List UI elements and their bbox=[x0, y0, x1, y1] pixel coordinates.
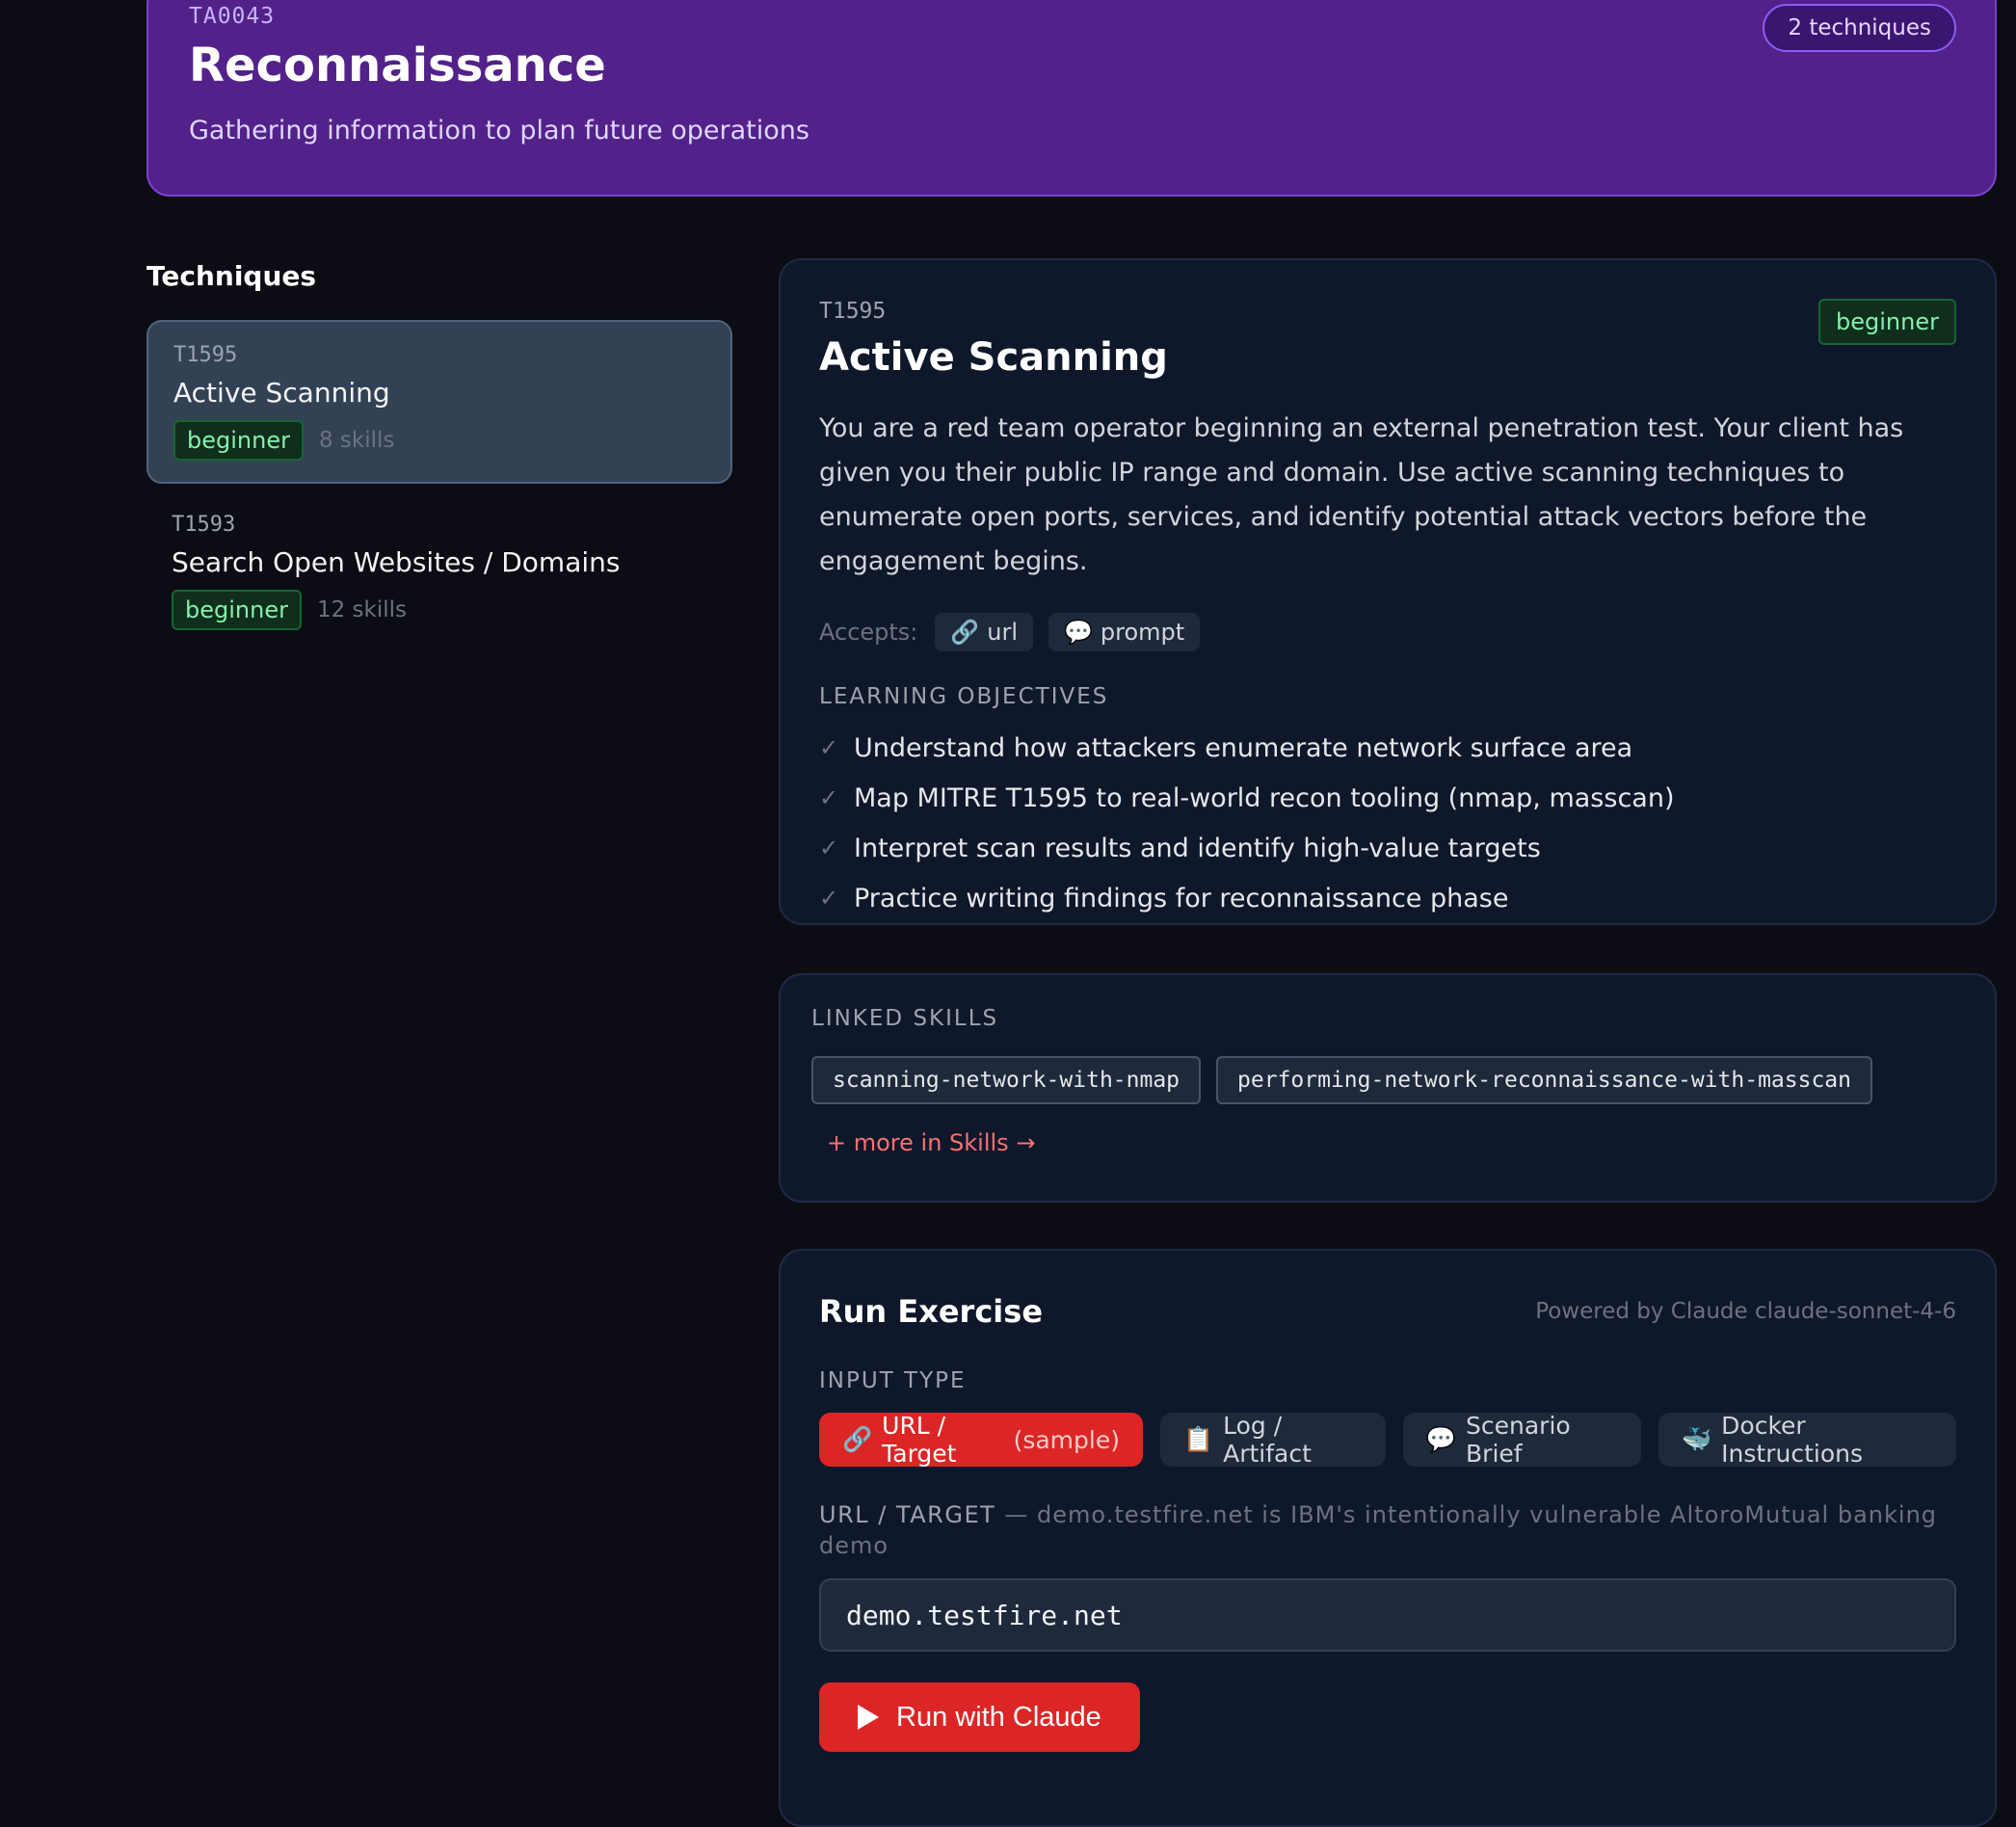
input-type-label: INPUT TYPE bbox=[819, 1368, 967, 1393]
tab-scenario-brief[interactable]: 💬 Scenario Brief bbox=[1402, 1412, 1642, 1468]
technique-item-search-open-websites[interactable]: T1593 Search Open Websites / Domains beg… bbox=[146, 491, 732, 655]
techniques-heading: Techniques bbox=[146, 260, 317, 292]
speech-bubble-icon: 💬 bbox=[1064, 619, 1093, 646]
more-skills-link[interactable]: + more in Skills → bbox=[827, 1129, 1035, 1156]
check-icon: ✓ bbox=[819, 734, 839, 761]
accept-chip-label: prompt bbox=[1100, 619, 1185, 646]
check-icon: ✓ bbox=[819, 784, 839, 811]
level-badge: beginner bbox=[172, 590, 302, 630]
objective-item: ✓ Understand how attackers enumerate net… bbox=[819, 723, 1956, 773]
sample-tag: (sample) bbox=[1013, 1425, 1120, 1454]
target-input[interactable] bbox=[819, 1578, 1956, 1652]
speech-bubble-icon: 💬 bbox=[1425, 1425, 1457, 1453]
technique-id: T1595 bbox=[173, 343, 238, 367]
accept-chip-label: url bbox=[987, 619, 1019, 646]
detail-title: Active Scanning bbox=[819, 335, 1168, 380]
objective-text: Practice writing findings for reconnaiss… bbox=[854, 883, 1509, 914]
tab-label: URL / Target bbox=[882, 1412, 957, 1468]
objective-text: Understand how attackers enumerate netwo… bbox=[854, 732, 1633, 763]
run-exercise-title: Run Exercise bbox=[819, 1293, 1044, 1330]
technique-detail-card: T1595 Active Scanning beginner You are a… bbox=[779, 258, 1997, 925]
play-icon bbox=[858, 1705, 879, 1730]
check-icon: ✓ bbox=[819, 834, 839, 861]
objective-item: ✓ Interpret scan results and identify hi… bbox=[819, 823, 1956, 873]
tab-label: Scenario Brief bbox=[1466, 1412, 1571, 1468]
objective-item: ✓ Map MITRE T1595 to real-world recon to… bbox=[819, 773, 1956, 823]
technique-name: Search Open Websites / Domains bbox=[172, 546, 621, 578]
run-with-claude-button[interactable]: Run with Claude bbox=[819, 1682, 1140, 1752]
powered-by-label: Powered by Claude claude-sonnet-4-6 bbox=[1535, 1299, 1956, 1324]
check-icon: ✓ bbox=[819, 885, 839, 912]
level-badge: beginner bbox=[173, 420, 304, 461]
tab-log-artifact[interactable]: 📋 Log / Artifact bbox=[1159, 1412, 1386, 1468]
learning-objectives-list: ✓ Understand how attackers enumerate net… bbox=[819, 723, 1956, 923]
scenario-text: You are a red team operator beginning an… bbox=[819, 413, 1904, 576]
target-field-label: URL / TARGET — demo.testfire.net is IBM'… bbox=[819, 1499, 1956, 1561]
technique-name: Active Scanning bbox=[173, 377, 390, 409]
tab-label: Docker Instructions bbox=[1721, 1412, 1863, 1468]
objective-text: Interpret scan results and identify high… bbox=[854, 833, 1541, 863]
skill-chip-nmap[interactable]: scanning-network-with-nmap bbox=[811, 1056, 1202, 1104]
target-label-text: URL / TARGET bbox=[819, 1501, 996, 1528]
clipboard-icon: 📋 bbox=[1182, 1425, 1214, 1453]
objective-text: Map MITRE T1595 to real-world recon tool… bbox=[854, 782, 1675, 813]
tab-label: Log / Artifact bbox=[1223, 1412, 1312, 1468]
whale-icon: 🐳 bbox=[1682, 1425, 1712, 1453]
accept-chip-prompt: 💬 prompt bbox=[1048, 613, 1201, 651]
objective-item: ✓ Practice writing findings for reconnai… bbox=[819, 873, 1956, 923]
tactic-title: Reconnaissance bbox=[189, 39, 606, 93]
run-exercise-card: Run Exercise Powered by Claude claude-so… bbox=[779, 1249, 1997, 1827]
tab-docker-instructions[interactable]: 🐳 Docker Instructions bbox=[1658, 1412, 1956, 1468]
accept-chip-url: 🔗 url bbox=[935, 613, 1034, 651]
technique-id: T1593 bbox=[172, 513, 236, 537]
tactic-id: TA0043 bbox=[189, 4, 276, 29]
tactic-header: TA0043 Reconnaissance Gathering informat… bbox=[146, 0, 1997, 197]
skills-count: 12 skills bbox=[316, 597, 408, 622]
tactic-description: Gathering information to plan future ope… bbox=[189, 116, 809, 146]
linked-skills-label: LINKED SKILLS bbox=[811, 1006, 999, 1031]
skill-chip-masscan[interactable]: performing-network-reconnaissance-with-m… bbox=[1216, 1056, 1873, 1104]
learning-objectives-label: LEARNING OBJECTIVES bbox=[819, 684, 1109, 709]
technique-count-badge: 2 techniques bbox=[1763, 4, 1956, 52]
accepts-label: Accepts: bbox=[819, 619, 918, 646]
link-icon: 🔗 bbox=[842, 1425, 873, 1453]
input-type-tabs: 🔗 URL / Target (sample) 📋 Log / Artifact… bbox=[819, 1412, 1956, 1468]
technique-item-active-scanning[interactable]: T1595 Active Scanning beginner 8 skills bbox=[146, 320, 732, 484]
run-button-label: Run with Claude bbox=[896, 1701, 1101, 1733]
accepts-row: Accepts: 🔗 url 💬 prompt bbox=[819, 613, 1956, 651]
detail-technique-id: T1595 bbox=[819, 299, 887, 324]
skills-count: 8 skills bbox=[318, 428, 395, 453]
tab-url-target[interactable]: 🔗 URL / Target (sample) bbox=[819, 1412, 1143, 1468]
linked-skills-card: LINKED SKILLS scanning-network-with-nmap… bbox=[779, 973, 1997, 1203]
detail-level-badge: beginner bbox=[1818, 299, 1956, 345]
link-icon: 🔗 bbox=[950, 619, 980, 646]
